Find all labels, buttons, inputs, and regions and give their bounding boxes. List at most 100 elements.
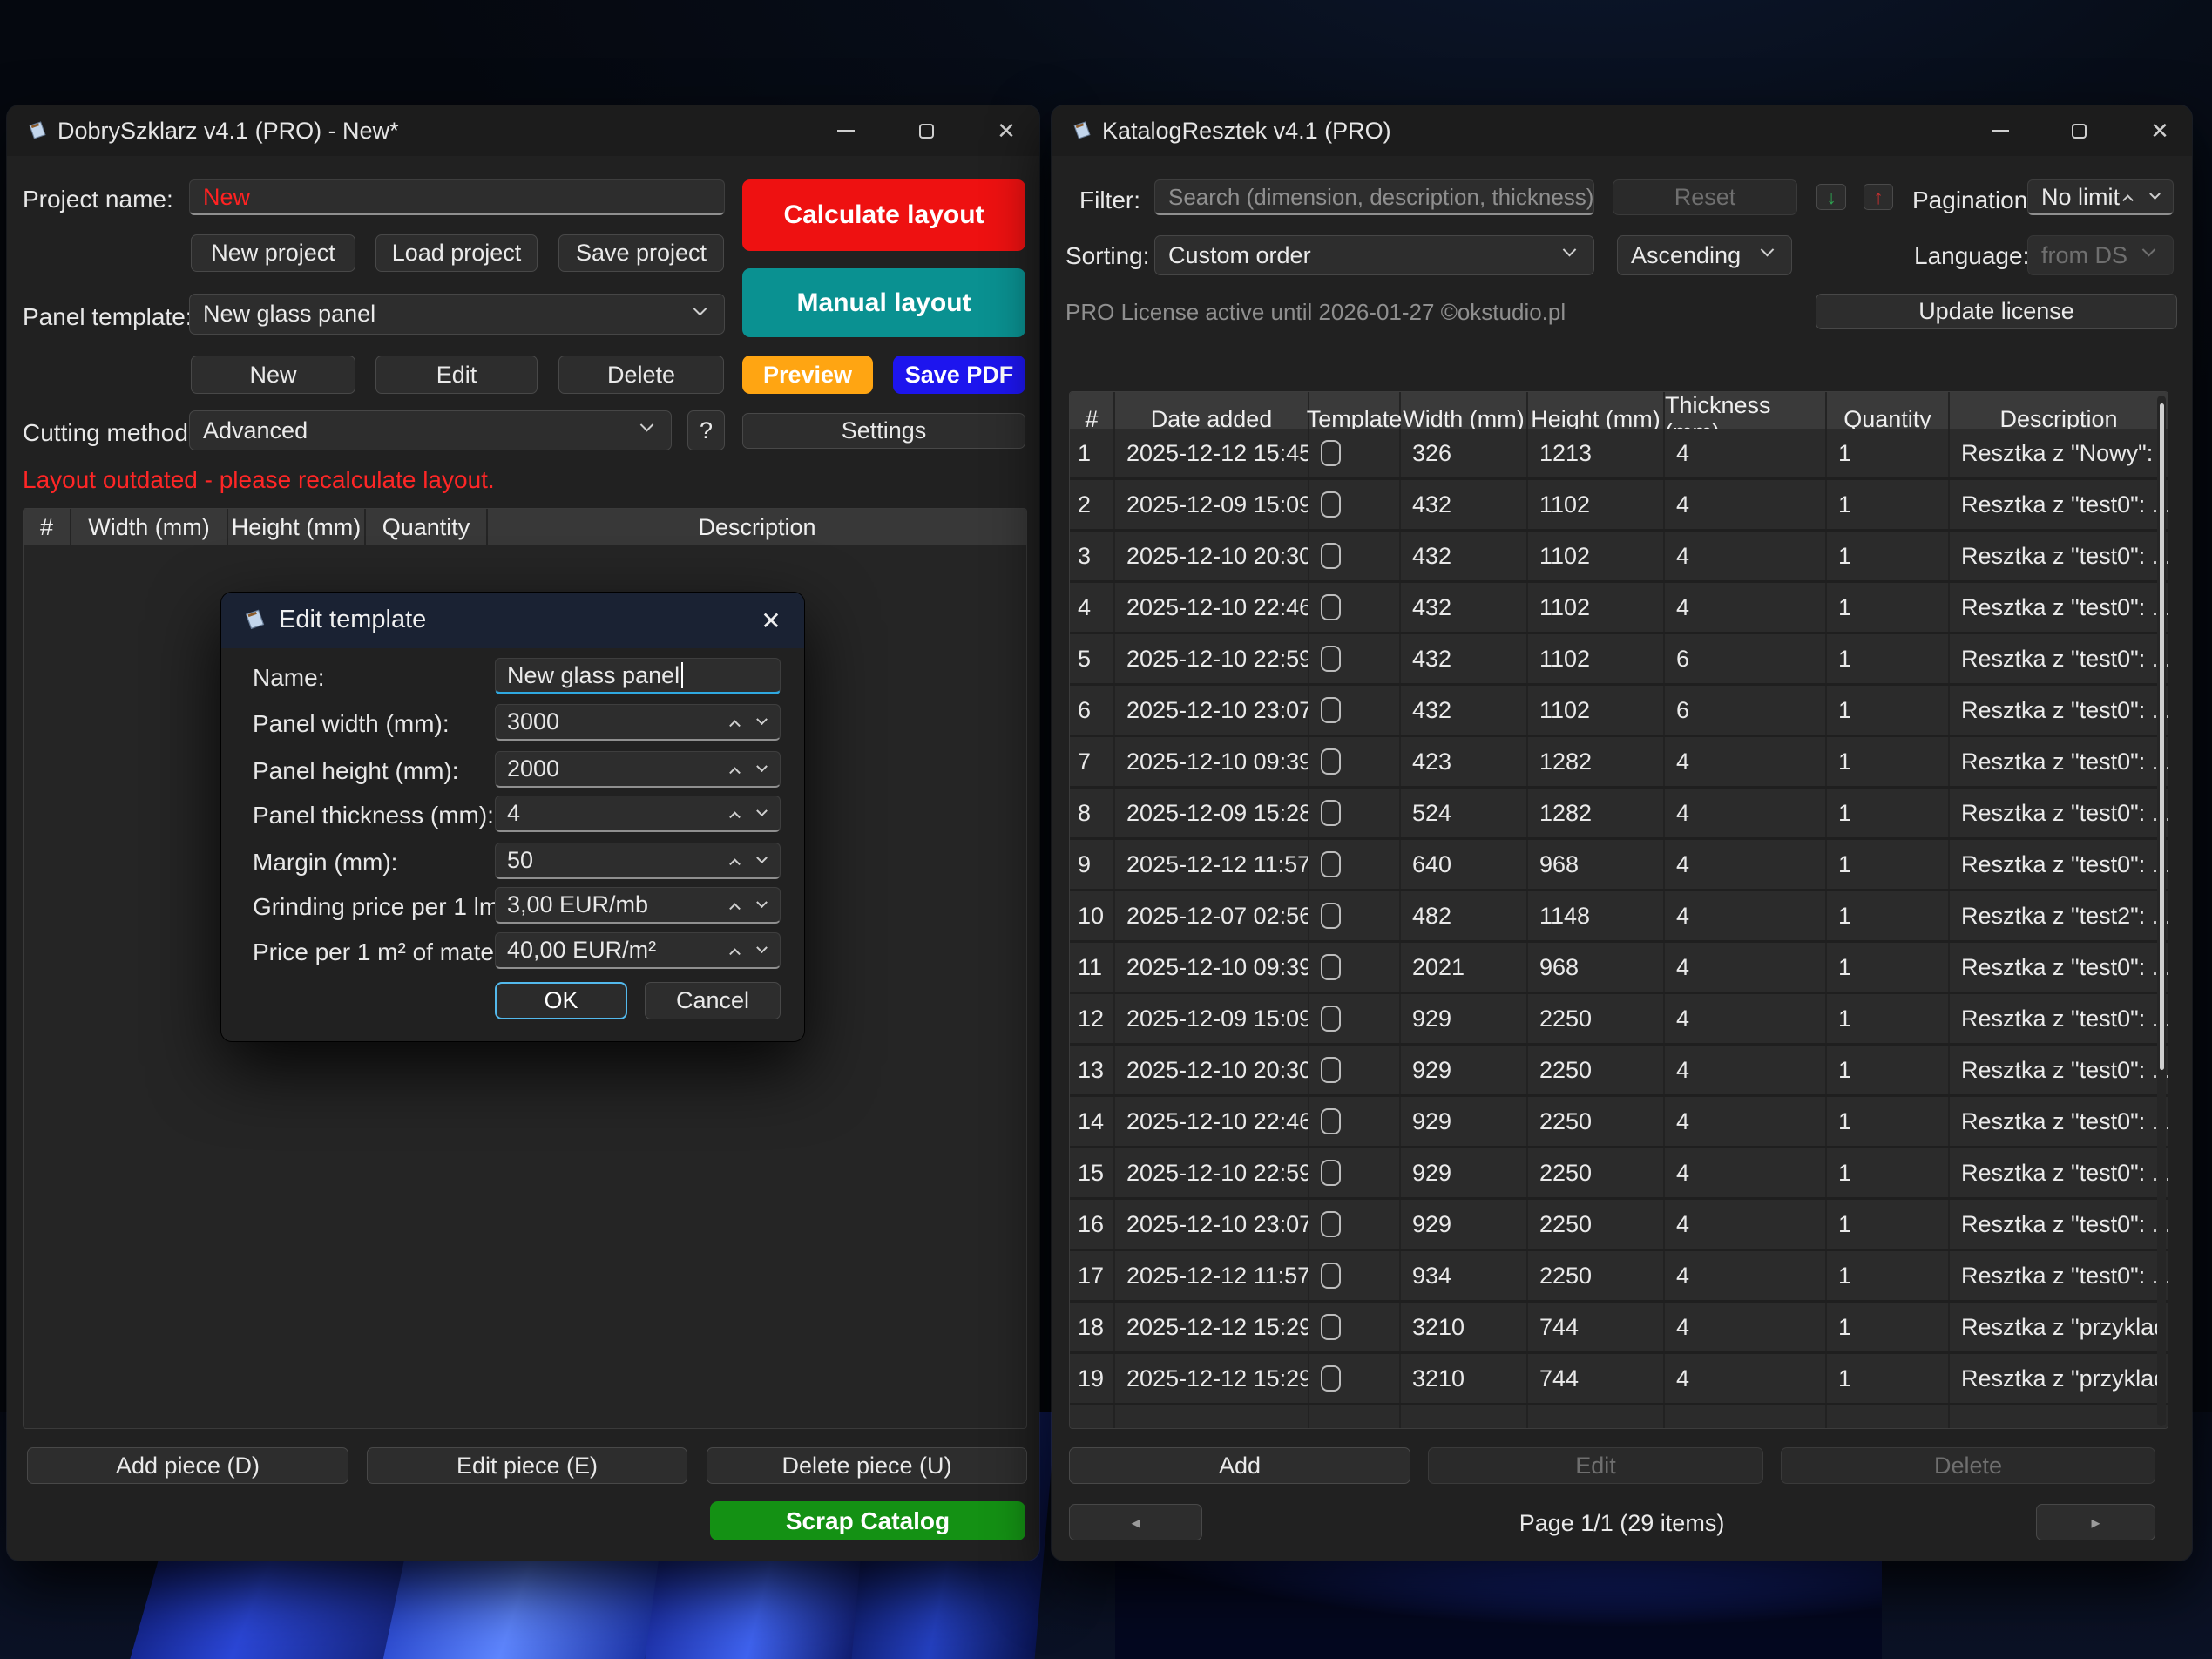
close-icon[interactable]: ✕	[745, 592, 797, 648]
edit-piece-button[interactable]: Edit piece (E)	[367, 1447, 687, 1484]
template-edit-button[interactable]: Edit	[375, 356, 538, 394]
catalog-table[interactable]: # Date added Template Width (mm) Height …	[1069, 391, 2168, 1429]
minimize-icon[interactable]	[1979, 105, 2022, 156]
cutting-method-dropdown[interactable]: Advanced	[189, 410, 672, 450]
close-icon[interactable]: ✕	[984, 105, 1028, 156]
close-icon[interactable]: ✕	[2138, 105, 2182, 156]
maximize-icon[interactable]	[2057, 105, 2100, 156]
table-row[interactable]: 92025-12-12 11:5764096841Resztka z "test…	[1070, 840, 2168, 889]
template-checkbox[interactable]	[1321, 1160, 1341, 1186]
load-project-button[interactable]: Load project	[375, 234, 538, 272]
save-project-button[interactable]: Save project	[558, 234, 724, 272]
import-icon[interactable]: ↓	[1816, 184, 1846, 210]
dialog-titlebar[interactable]: Edit template ✕	[221, 592, 804, 648]
table-row[interactable]: 122025-12-09 15:09929225041Resztka z "te…	[1070, 994, 2168, 1043]
export-icon[interactable]: ↑	[1864, 184, 1893, 210]
settings-button[interactable]: Settings	[742, 413, 1025, 449]
table-row[interactable]: 22025-12-09 15:09432110241Resztka z "tes…	[1070, 480, 2168, 529]
minimize-icon[interactable]	[824, 105, 868, 156]
template-checkbox[interactable]	[1321, 440, 1341, 466]
calculate-layout-button[interactable]: Calculate layout	[742, 179, 1025, 251]
add-piece-button[interactable]: Add piece (D)	[27, 1447, 348, 1484]
template-checkbox[interactable]	[1321, 1057, 1341, 1083]
table-row[interactable]: 72025-12-10 09:39423128241Resztka z "tes…	[1070, 737, 2168, 786]
manual-layout-button[interactable]: Manual layout	[742, 268, 1025, 337]
scrollbar-thumb[interactable]	[2160, 403, 2164, 1070]
spinner-up-icon[interactable]	[729, 720, 741, 731]
table-row[interactable]: 172025-12-12 11:57934225041Resztka z "te…	[1070, 1251, 2168, 1300]
template-checkbox[interactable]	[1321, 903, 1341, 929]
table-row[interactable]: 62025-12-10 23:07432110261Resztka z "tes…	[1070, 686, 2168, 735]
spinner-down-icon[interactable]	[756, 852, 768, 863]
ok-button[interactable]: OK	[495, 982, 627, 1019]
template-checkbox[interactable]	[1321, 1263, 1341, 1289]
table-row[interactable]: 42025-12-10 22:46432110241Resztka z "tes…	[1070, 583, 2168, 632]
titlebar[interactable]: DobrySzklarz v4.1 (PRO) - New* ✕	[7, 105, 1039, 156]
panel-template-dropdown[interactable]: New glass panel	[189, 294, 725, 335]
table-row[interactable]: 32025-12-10 20:30432110241Resztka z "tes…	[1070, 532, 2168, 580]
template-checkbox[interactable]	[1321, 1211, 1341, 1237]
table-row[interactable]: 102025-12-07 02:56482114841Resztka z "te…	[1070, 891, 2168, 940]
help-button[interactable]: ?	[687, 410, 725, 450]
spinner-down-icon[interactable]	[756, 897, 768, 908]
reset-button[interactable]: Reset	[1613, 179, 1797, 215]
spinner-up-icon[interactable]	[729, 903, 741, 914]
spinner-up-icon[interactable]	[729, 858, 741, 870]
spinner-down-icon[interactable]	[756, 942, 768, 953]
delete-piece-button[interactable]: Delete piece (U)	[707, 1447, 1027, 1484]
template-checkbox[interactable]	[1321, 748, 1341, 775]
template-checkbox[interactable]	[1321, 543, 1341, 569]
table-row[interactable]: 12025-12-12 15:45326121341Resztka z "Now…	[1070, 429, 2168, 477]
edit-button[interactable]: Edit	[1428, 1447, 1763, 1484]
panel-width-spinner[interactable]: 3000	[495, 704, 781, 741]
template-checkbox[interactable]	[1321, 1314, 1341, 1340]
delete-button[interactable]: Delete	[1781, 1447, 2155, 1484]
spinner-up-icon[interactable]	[2122, 194, 2134, 206]
add-button[interactable]: Add	[1069, 1447, 1410, 1484]
sorting-dropdown[interactable]: Custom order	[1154, 235, 1594, 275]
table-row[interactable]: 52025-12-10 22:59432110261Resztka z "tes…	[1070, 634, 2168, 683]
template-checkbox[interactable]	[1321, 851, 1341, 877]
search-input[interactable]	[1155, 180, 1593, 213]
template-checkbox[interactable]	[1321, 800, 1341, 826]
grinding-price-spinner[interactable]: 3,00 EUR/mb	[495, 887, 781, 924]
table-scrollbar[interactable]	[2157, 396, 2166, 1426]
table-row[interactable]: 82025-12-09 15:28524128241Resztka z "tes…	[1070, 789, 2168, 837]
language-dropdown[interactable]: from DS	[2027, 235, 2174, 275]
next-page-button[interactable]: ▸	[2036, 1504, 2155, 1540]
table-row[interactable]: 182025-12-12 15:29321074441Resztka z "pr…	[1070, 1303, 2168, 1351]
update-license-button[interactable]: Update license	[1816, 294, 2177, 329]
spinner-up-icon[interactable]	[729, 811, 741, 823]
preview-button[interactable]: Preview	[742, 356, 873, 394]
margin-spinner[interactable]: 50	[495, 843, 781, 879]
spinner-up-icon[interactable]	[729, 948, 741, 959]
table-row[interactable]: 142025-12-10 22:46929225041Resztka z "te…	[1070, 1097, 2168, 1146]
template-checkbox[interactable]	[1321, 1365, 1341, 1392]
spinner-down-icon[interactable]	[756, 805, 768, 816]
name-input[interactable]: New glass panel	[495, 658, 781, 694]
template-checkbox[interactable]	[1321, 954, 1341, 980]
titlebar[interactable]: KatalogResztek v4.1 (PRO) ✕	[1052, 105, 2192, 156]
template-checkbox[interactable]	[1321, 1006, 1341, 1032]
table-row[interactable]: 162025-12-10 23:07929225041Resztka z "te…	[1070, 1200, 2168, 1249]
scrap-catalog-button[interactable]: Scrap Catalog	[710, 1501, 1025, 1540]
project-name-input[interactable]: New	[189, 179, 725, 215]
table-row[interactable]: 192025-12-12 15:29321074441Resztka z "pr…	[1070, 1354, 2168, 1403]
panel-thickness-spinner[interactable]: 4	[495, 796, 781, 832]
template-new-button[interactable]: New	[191, 356, 355, 394]
new-project-button[interactable]: New project	[191, 234, 355, 272]
template-checkbox[interactable]	[1321, 646, 1341, 672]
template-checkbox[interactable]	[1321, 594, 1341, 620]
table-row[interactable]	[1070, 1405, 2168, 1429]
template-checkbox[interactable]	[1321, 1108, 1341, 1134]
table-row[interactable]: 112025-12-10 09:39202196841Resztka z "te…	[1070, 943, 2168, 992]
spinner-down-icon[interactable]	[2149, 188, 2161, 200]
save-pdf-button[interactable]: Save PDF	[893, 356, 1025, 394]
template-checkbox[interactable]	[1321, 491, 1341, 518]
cancel-button[interactable]: Cancel	[645, 982, 781, 1019]
template-delete-button[interactable]: Delete	[558, 356, 724, 394]
maximize-icon[interactable]	[904, 105, 948, 156]
material-price-spinner[interactable]: 40,00 EUR/m²	[495, 932, 781, 969]
spinner-down-icon[interactable]	[756, 714, 768, 725]
spinner-down-icon[interactable]	[756, 761, 768, 772]
